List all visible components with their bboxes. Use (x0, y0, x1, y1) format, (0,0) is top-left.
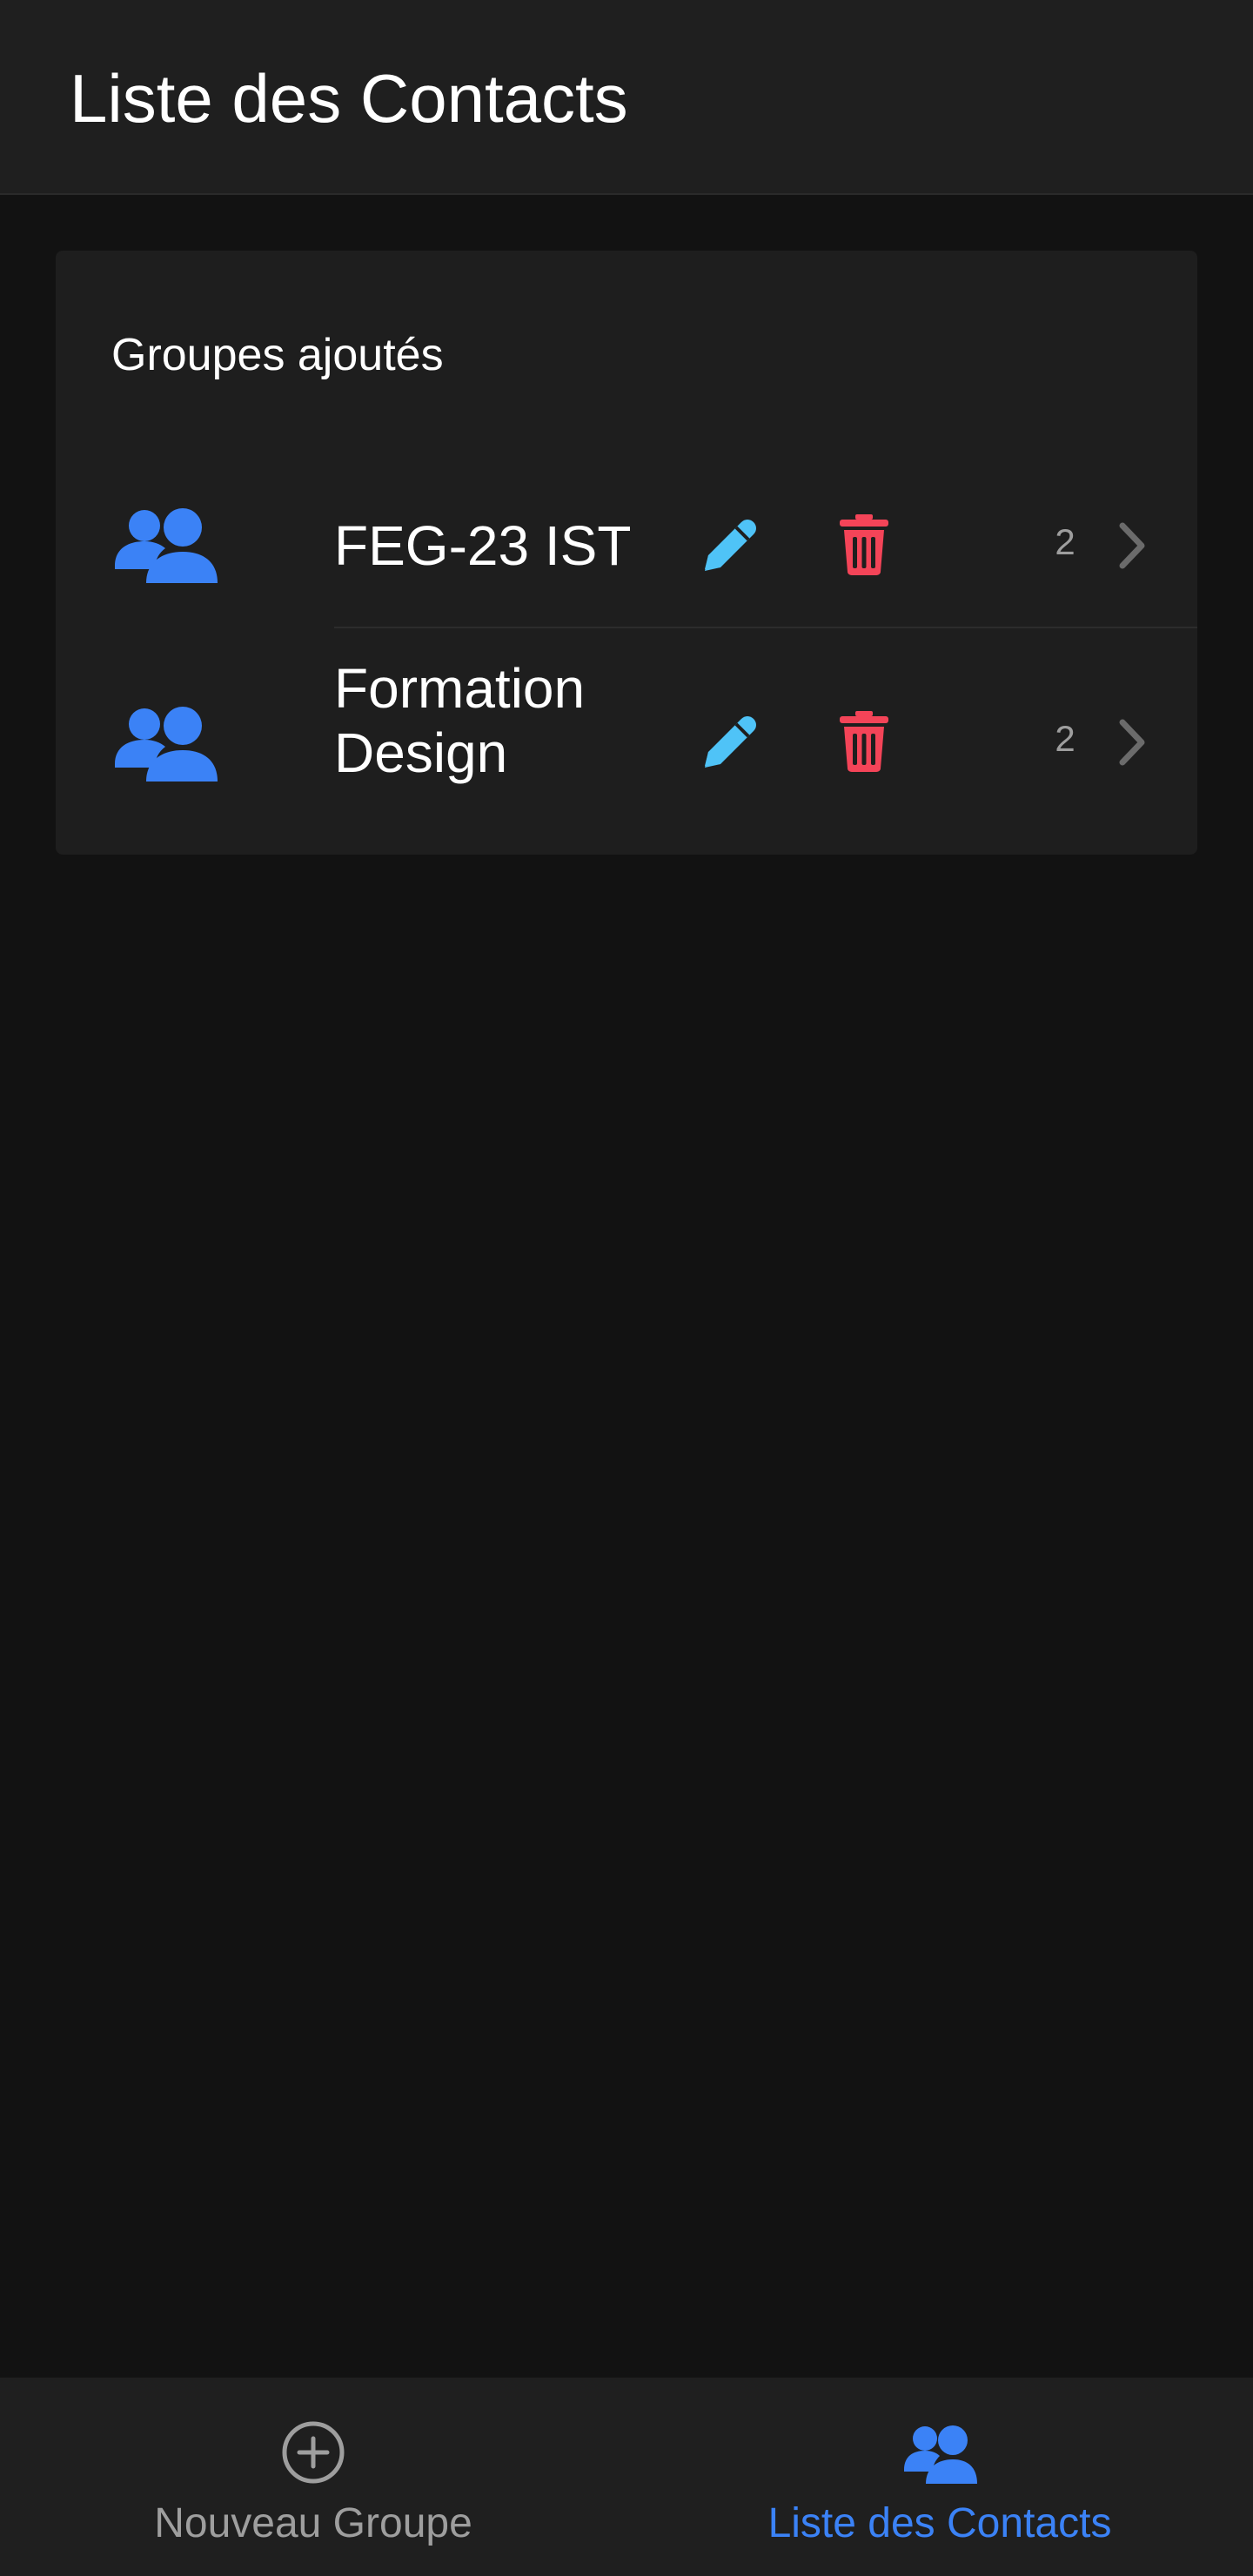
trash-icon (840, 711, 888, 772)
trash-icon (840, 514, 888, 575)
nav-new-group[interactable]: Nouveau Groupe (0, 2378, 626, 2576)
row-divider (334, 627, 1197, 628)
group-row[interactable]: FEG-23 IST 2 (56, 447, 1197, 644)
edit-button[interactable] (691, 505, 769, 583)
chevron-right-icon[interactable] (1105, 712, 1157, 773)
nav-label: Liste des Contacts (767, 2500, 1112, 2546)
pencil-icon (705, 716, 756, 768)
group-icon (115, 707, 218, 782)
member-count: 2 (1055, 718, 1075, 759)
nav-label: Nouveau Groupe (154, 2500, 472, 2546)
nav-contact-list[interactable]: Liste des Contacts (626, 2378, 1253, 2576)
groups-card: Groupes ajoutés FEG-23 IST 2 Formation D… (56, 251, 1197, 855)
group-icon (115, 508, 218, 583)
delete-button[interactable] (825, 505, 903, 583)
group-row[interactable]: Formation Design 2 (56, 627, 1197, 823)
edit-button[interactable] (691, 701, 769, 780)
delete-button[interactable] (825, 701, 903, 780)
plus-circle-icon (282, 2421, 345, 2484)
card-title: Groupes ajoutés (111, 330, 444, 380)
chevron-right-icon[interactable] (1105, 515, 1157, 576)
page-title: Liste des Contacts (70, 60, 628, 137)
pencil-icon (705, 520, 756, 571)
bottom-navigation: Nouveau Groupe Liste des Contacts (0, 2378, 1253, 2576)
member-count: 2 (1055, 521, 1075, 562)
group-name: Formation Design (334, 657, 586, 784)
group-icon (904, 2425, 977, 2484)
app-header: Liste des Contacts (0, 0, 1253, 195)
group-name: FEG-23 IST (334, 514, 632, 577)
